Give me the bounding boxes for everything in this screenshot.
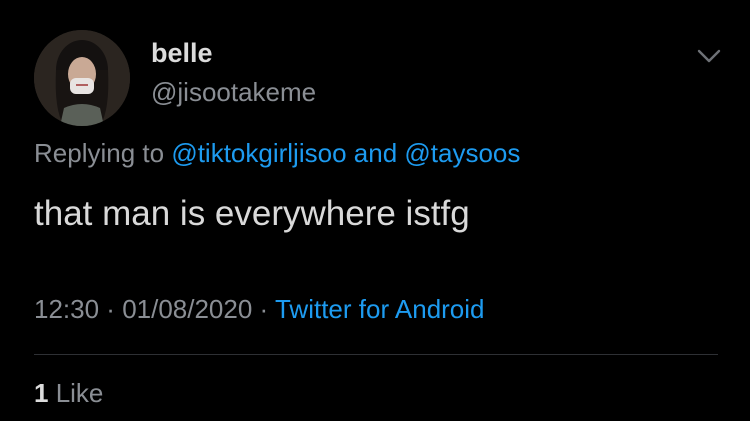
chevron-down-icon[interactable] (694, 44, 724, 68)
replying-prefix: Replying to (34, 138, 172, 168)
tweet-meta: 12:30 · 01/08/2020 · Twitter for Android (34, 294, 485, 325)
tweet-text: that man is everywhere istfg (34, 194, 470, 233)
like-label: Like (48, 378, 104, 408)
tweet-date[interactable]: 01/08/2020 (122, 294, 252, 324)
meta-separator: · (99, 294, 123, 324)
avatar[interactable] (34, 30, 130, 126)
tweet-source-link[interactable]: Twitter for Android (275, 294, 485, 324)
reply-mention-link[interactable]: @tiktokgirljisoo (171, 138, 346, 168)
like-count: 1 (34, 378, 49, 408)
display-name[interactable]: belle (151, 38, 213, 69)
avatar-photo (34, 30, 130, 126)
reply-joiner: and (346, 138, 405, 168)
tweet-time[interactable]: 12:30 (34, 294, 99, 324)
meta-separator: · (252, 294, 275, 324)
likes-summary[interactable]: 1 Like (34, 378, 103, 409)
divider (34, 354, 718, 355)
reply-mention-link[interactable]: @taysoos (404, 138, 520, 168)
user-handle[interactable]: @jisootakeme (151, 77, 316, 108)
replying-to-line: Replying to @tiktokgirljisoo and @taysoo… (34, 138, 520, 169)
